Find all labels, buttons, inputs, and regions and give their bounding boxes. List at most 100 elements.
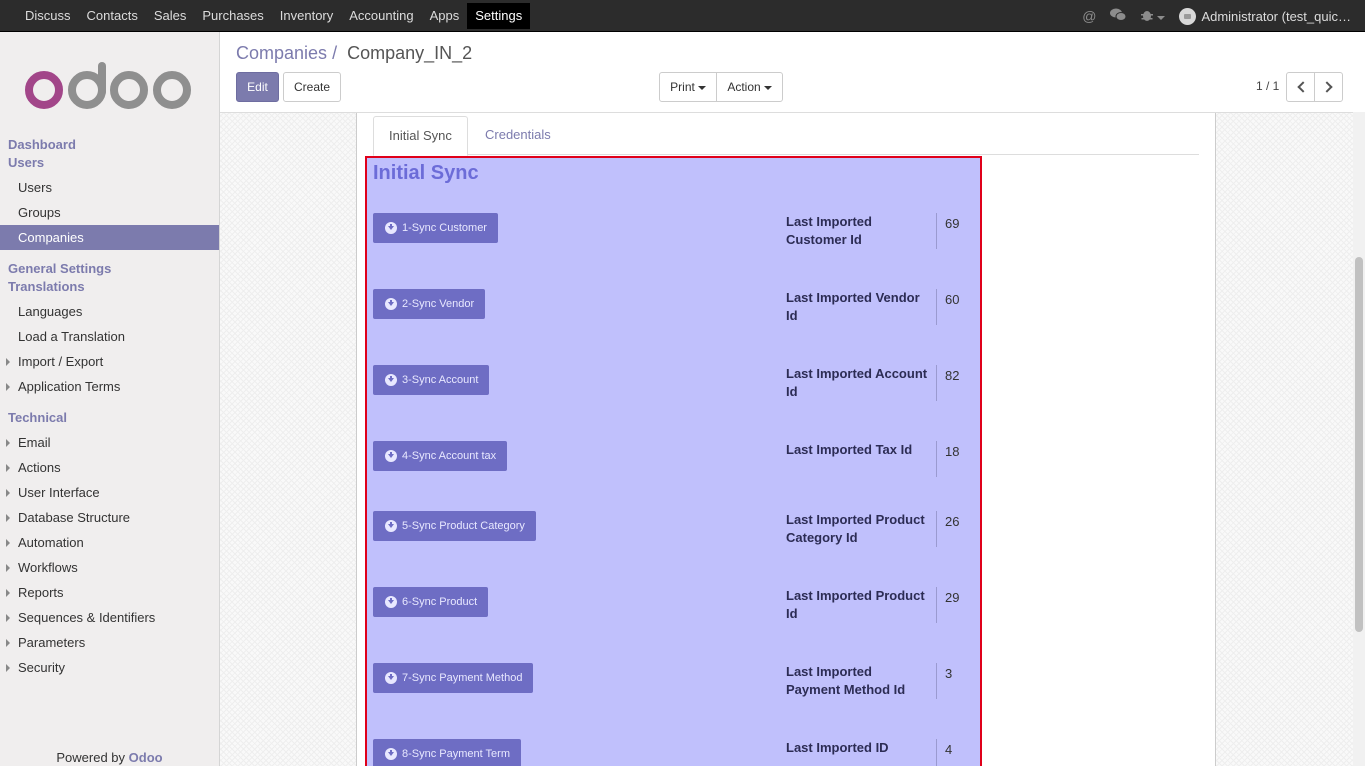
sidebar-item-companies[interactable]: Companies (0, 225, 219, 250)
print-dropdown[interactable]: Print (659, 72, 717, 102)
tab-initial-sync[interactable]: Initial Sync (373, 116, 468, 156)
notebook-tabs: Initial Sync Credentials (373, 113, 1199, 156)
button-label: 5-Sync Product Category (402, 520, 525, 532)
sidebar-item-parameters[interactable]: Parameters (0, 630, 219, 655)
debug-bug-icon[interactable] (1140, 8, 1166, 25)
download-icon (385, 222, 397, 234)
sync-vendor-button[interactable]: 2-Sync Vendor (373, 289, 486, 319)
field-divider (936, 663, 937, 699)
sync-payment-term-button[interactable]: 8-Sync Payment Term (373, 739, 522, 766)
sidebar-item-label: Security (18, 660, 65, 675)
menu-inventory[interactable]: Inventory (272, 3, 341, 29)
chat-icon[interactable] (1110, 8, 1127, 25)
sidebar-section-technical[interactable]: Technical (0, 409, 219, 427)
menu-apps[interactable]: Apps (422, 3, 468, 29)
scrollbar-thumb[interactable] (1355, 257, 1363, 632)
powered-by-brand-link[interactable]: Odoo (129, 750, 163, 765)
powered-by: Powered by Odoo (0, 750, 219, 765)
menu-discuss[interactable]: Discuss (17, 3, 79, 29)
sync-account-tax-button[interactable]: 4-Sync Account tax (373, 441, 508, 471)
edit-button[interactable]: Edit (236, 72, 279, 102)
sidebar-item-label: Users (18, 180, 52, 195)
pager-previous-button[interactable] (1286, 72, 1315, 102)
mention-icon[interactable]: @ (1082, 8, 1096, 24)
chevron-left-icon (1297, 81, 1309, 93)
field-divider (936, 365, 937, 401)
menu-contacts[interactable]: Contacts (79, 3, 146, 29)
caret-right-icon (6, 489, 10, 497)
sidebar-item-reports[interactable]: Reports (0, 580, 219, 605)
sidebar-item-sequences[interactable]: Sequences & Identifiers (0, 605, 219, 630)
sidebar-item-label: Languages (18, 304, 83, 319)
sidebar-item-label: Sequences & Identifiers (18, 610, 156, 625)
sidebar-item-import-export[interactable]: Import / Export (0, 349, 219, 374)
top-navbar: Discuss Contacts Sales Purchases Invento… (0, 0, 1365, 32)
odoo-logo[interactable] (24, 62, 194, 112)
sidebar-item-actions[interactable]: Actions (0, 455, 219, 480)
menu-purchases[interactable]: Purchases (194, 3, 271, 29)
sync-customer-button[interactable]: 1-Sync Customer (373, 213, 498, 243)
last-imported-value: 82 (945, 368, 960, 383)
caret-right-icon (6, 439, 10, 447)
last-imported-value: 26 (945, 514, 960, 529)
sidebar-item-automation[interactable]: Automation (0, 530, 219, 555)
section-title: Initial Sync (373, 162, 479, 184)
sidebar-section-users[interactable]: Users (0, 154, 219, 172)
field-divider (936, 213, 937, 249)
sidebar-item-database-structure[interactable]: Database Structure (0, 505, 219, 530)
user-menu[interactable]: Administrator (test_quic… (1179, 7, 1351, 25)
sidebar-item-user-interface[interactable]: User Interface (0, 480, 219, 505)
settings-menu: Dashboard Users Users Groups Companies G… (0, 136, 219, 680)
sidebar-item-workflows[interactable]: Workflows (0, 555, 219, 580)
caret-right-icon (6, 539, 10, 547)
sidebar-item-label: Load a Translation (18, 329, 125, 344)
tab-credentials[interactable]: Credentials (470, 116, 566, 156)
sync-product-category-button[interactable]: 5-Sync Product Category (373, 511, 536, 541)
sidebar-item-languages[interactable]: Languages (0, 299, 219, 324)
create-button[interactable]: Create (283, 72, 341, 102)
menu-sales[interactable]: Sales (146, 3, 195, 29)
breadcrumb-separator: / (332, 43, 338, 63)
button-label: 3-Sync Account (402, 374, 479, 386)
sidebar-item-security[interactable]: Security (0, 655, 219, 680)
sidebar-item-load-translation[interactable]: Load a Translation (0, 324, 219, 349)
sidebar-section-dashboard[interactable]: Dashboard (0, 136, 219, 154)
sidebar-item-application-terms[interactable]: Application Terms (0, 374, 219, 399)
download-icon (385, 450, 397, 462)
scrollbar[interactable] (1353, 112, 1365, 766)
last-imported-label: Last Imported Account Id (786, 366, 928, 399)
field-divider (936, 739, 937, 766)
sidebar-item-label: Companies (18, 230, 84, 245)
breadcrumb-parent-link[interactable]: Companies (236, 43, 327, 63)
menu-settings[interactable]: Settings (467, 3, 531, 29)
sidebar-item-label: Reports (18, 585, 64, 600)
last-imported-value: 18 (945, 444, 960, 459)
action-dropdown[interactable]: Action (716, 72, 783, 102)
pager-next-button[interactable] (1314, 72, 1343, 102)
sidebar-item-label: Application Terms (18, 379, 121, 394)
sidebar-item-email[interactable]: Email (0, 430, 219, 455)
last-imported-label: Last Imported ID (786, 740, 889, 755)
menu-accounting[interactable]: Accounting (341, 3, 421, 29)
sidebar-item-label: Parameters (18, 635, 86, 650)
sidebar-item-label: Import / Export (18, 354, 104, 369)
button-label: 6-Sync Product (402, 596, 478, 608)
systray: @ Administrator (test_quic… (1082, 0, 1351, 32)
sync-product-button[interactable]: 6-Sync Product (373, 587, 489, 617)
chevron-right-icon (1321, 81, 1333, 93)
chevron-down-icon (1157, 15, 1166, 20)
last-imported-label: Last Imported Product Id (786, 588, 925, 621)
caret-right-icon (6, 664, 10, 672)
sync-payment-method-button[interactable]: 7-Sync Payment Method (373, 663, 534, 693)
sidebar-section-translations[interactable]: Translations (0, 278, 219, 296)
field-divider (936, 289, 937, 325)
field-divider (936, 587, 937, 623)
sync-account-button[interactable]: 3-Sync Account (373, 365, 490, 395)
sidebar-section-general-settings[interactable]: General Settings (0, 260, 219, 278)
sidebar-item-users[interactable]: Users (0, 175, 219, 200)
last-imported-value: 3 (945, 666, 953, 681)
caret-right-icon (6, 383, 10, 391)
sidebar-item-groups[interactable]: Groups (0, 200, 219, 225)
button-label: 4-Sync Account tax (402, 450, 497, 462)
app-menu: Discuss Contacts Sales Purchases Invento… (17, 0, 531, 32)
